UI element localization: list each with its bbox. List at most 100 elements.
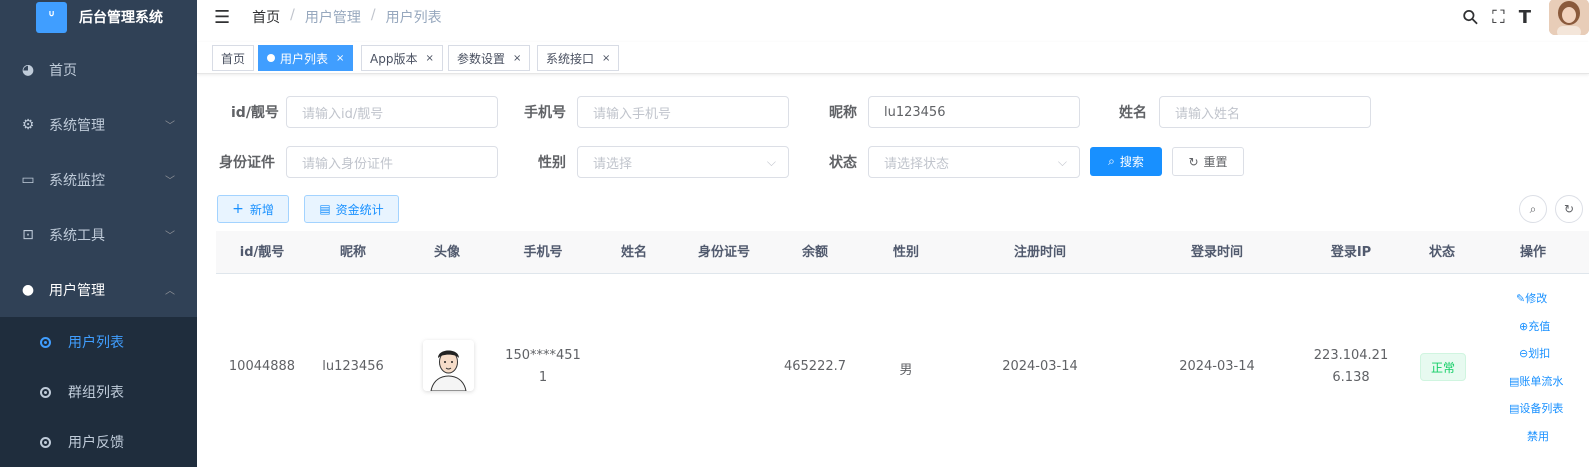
radio-dot-icon (40, 386, 51, 398)
tag-home[interactable]: 首页 (212, 45, 255, 71)
edit-icon: ✎ (1516, 292, 1526, 305)
reset-button-label: 重置 (1203, 155, 1228, 169)
close-icon[interactable]: × (425, 53, 433, 64)
column-header-balance: 余额 (801, 245, 829, 260)
column-header-login-ip: 登录IP (1330, 245, 1372, 260)
column-header-actions: 操作 (1519, 245, 1547, 260)
hamburger-icon[interactable]: ☰ (214, 7, 230, 28)
name-input[interactable]: 请输入姓名 (1159, 96, 1371, 128)
breadcrumb-user-management: 用户管理 (304, 10, 361, 26)
idcard-input[interactable]: 请输入身份证件 (286, 146, 498, 178)
sidebar-subitem-label: 群组列表 (68, 385, 124, 401)
reset-button[interactable]: ↻ 重置 (1172, 147, 1244, 176)
sidebar-item-home[interactable]: ◕ 首页 (0, 42, 197, 97)
close-icon[interactable]: × (513, 53, 521, 64)
deduct-link-label: 划扣 (1528, 347, 1551, 360)
sidebar-item-label: 系统管理 (49, 117, 105, 134)
cell-balance: 465222.7 (783, 359, 847, 374)
funds-stats-button[interactable]: ▤ 资金统计 (304, 195, 399, 223)
sidebar-subitem-user-list[interactable]: 用户列表 (0, 317, 197, 367)
deduct-link[interactable]: ⊖划扣 (1519, 345, 1550, 361)
gear-icon: ⚙ (21, 116, 35, 133)
recharge-link-label: 充值 (1528, 320, 1551, 333)
gender-select-placeholder: 请选择 (593, 156, 633, 172)
plus-icon: + (232, 201, 244, 217)
close-icon[interactable]: × (602, 53, 610, 64)
nickname-input[interactable]: lu123456 (868, 96, 1080, 128)
close-icon[interactable]: × (336, 53, 344, 64)
status-select[interactable]: 请选择状态 ⌵ (868, 146, 1080, 178)
search-icon[interactable]: ⚲ (1457, 3, 1484, 30)
user-avatar[interactable] (1549, 0, 1589, 35)
billing-flow-link[interactable]: ▤账单流水 (1509, 373, 1563, 389)
idcard-label: 身份证件 (219, 155, 275, 171)
refresh-button[interactable]: ↻ (1555, 195, 1583, 223)
sidebar-subitem-group-list[interactable]: 群组列表 (0, 367, 197, 417)
id-input[interactable]: 请输入id/靓号 (286, 96, 498, 128)
cell-phone-line1: 150****451 (505, 348, 581, 363)
sidebar-item-system-tools[interactable]: ⊡ 系统工具 ﹀ (0, 207, 197, 262)
tag-params[interactable]: 参数设置 × (448, 45, 531, 71)
document-icon: ▤ (1509, 402, 1520, 415)
sidebar-item-system-management[interactable]: ⚙ 系统管理 ﹀ (0, 97, 197, 152)
sidebar-item-system-monitor[interactable]: ▭ 系统监控 ﹀ (0, 152, 197, 207)
toggle-search-button[interactable]: ⌕ (1519, 195, 1547, 223)
edit-link[interactable]: ✎修改 (1516, 290, 1547, 306)
breadcrumb-separator: / (370, 7, 376, 23)
column-header-phone: 手机号 (523, 245, 563, 260)
cell-register-time: 2024-03-14 (1002, 359, 1078, 374)
column-header-id: id/靓号 (239, 245, 285, 260)
avatar-image (1549, 0, 1589, 35)
billing-flow-link-label: 账单流水 (1519, 375, 1564, 388)
status-badge: 正常 (1420, 353, 1466, 381)
sidebar-item-label: 系统监控 (49, 172, 105, 189)
fullscreen-icon[interactable]: ⛶ (1492, 7, 1505, 28)
tag-user-list[interactable]: 用户列表 × (258, 45, 354, 71)
plus-circle-icon: ⊕ (1519, 320, 1529, 333)
search-button[interactable]: ⌕ 搜索 (1090, 147, 1162, 176)
id-label: id/靓号 (231, 105, 279, 121)
recharge-link[interactable]: ⊕充值 (1519, 318, 1550, 334)
breadcrumb-home[interactable]: 首页 (252, 7, 280, 27)
tag-label: App版本 (370, 51, 418, 66)
tag-system-api[interactable]: 系统接口 × (537, 45, 620, 71)
cell-avatar[interactable] (423, 340, 474, 391)
add-button[interactable]: + 新增 (217, 195, 289, 223)
gender-select[interactable]: 请选择 ⌵ (577, 146, 789, 178)
device-list-link[interactable]: ▤设备列表 (1509, 400, 1563, 416)
avatar-image (423, 340, 474, 391)
column-header-idcard: 身份证号 (697, 245, 751, 260)
app-logo[interactable]: ᐡ 后台管理系统 (0, 0, 197, 34)
disable-link[interactable]: 禁用 (1527, 428, 1549, 444)
status-select-placeholder: 请选择状态 (884, 156, 950, 172)
gender-label: 性别 (538, 155, 566, 171)
minus-circle-icon: ⊖ (1519, 347, 1529, 360)
column-header-avatar: 头像 (433, 245, 461, 260)
tag-app-version[interactable]: App版本 × (361, 45, 443, 71)
nickname-label: 昵称 (829, 105, 857, 121)
phone-input[interactable]: 请输入手机号 (577, 96, 789, 128)
cell-login-time: 2024-03-14 (1179, 359, 1255, 374)
sidebar-item-label: 系统工具 (49, 227, 105, 244)
cell-login-ip-line2: 6.138 (1332, 370, 1370, 385)
sidebar: ᐡ 后台管理系统 ◕ 首页 ⚙ 系统管理 ﹀ ▭ 系统监控 ﹀ ⊡ 系统工具 ﹀… (0, 0, 197, 467)
sidebar-subitem-user-feedback[interactable]: 用户反馈 (0, 417, 197, 467)
sidebar-item-user-management[interactable]: ● 用户管理 ︿ (0, 262, 197, 317)
tag-label: 参数设置 (457, 51, 506, 66)
user-icon: ● (21, 281, 35, 298)
table-header: id/靓号 昵称 头像 手机号 姓名 身份证号 余额 性别 注册时间 登录时间 … (216, 231, 1589, 274)
search-button-label: 搜索 (1119, 155, 1144, 169)
sidebar-item-label: 用户管理 (49, 282, 105, 299)
tag-label: 系统接口 (546, 51, 595, 66)
tags-view: 首页 用户列表 × App版本 × 参数设置 × 系统接口 × (197, 42, 1589, 74)
font-size-icon[interactable]: T (1519, 7, 1531, 28)
disable-link-label: 禁用 (1527, 430, 1549, 443)
sidebar-item-label: 首页 (49, 62, 77, 79)
column-header-nickname: 昵称 (339, 245, 367, 260)
radio-dot-icon (40, 336, 51, 348)
cell-nickname: lu123456 (322, 359, 384, 374)
cell-gender: 男 (899, 363, 913, 378)
radio-dot-icon (40, 436, 51, 448)
refresh-icon: ↻ (1563, 202, 1575, 216)
cell-phone-line2: 1 (538, 370, 548, 385)
